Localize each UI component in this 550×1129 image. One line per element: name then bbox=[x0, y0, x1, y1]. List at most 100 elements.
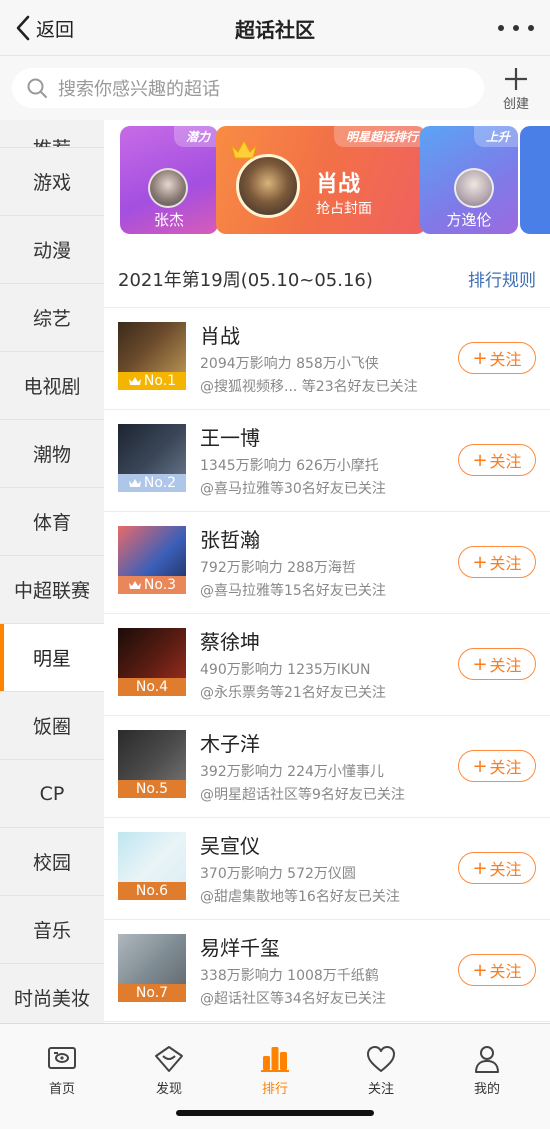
create-button[interactable]: 创建 bbox=[496, 66, 536, 112]
sidebar-item-fandom[interactable]: 饭圈 bbox=[0, 692, 104, 760]
rank-badge: No.4 bbox=[118, 678, 186, 696]
sidebar-item-music[interactable]: 音乐 bbox=[0, 896, 104, 964]
follow-label: 关注 bbox=[489, 554, 522, 573]
follow-button[interactable]: + 关注 bbox=[458, 852, 536, 884]
star-stats: 490万影响力 1235万IKUN bbox=[200, 662, 371, 678]
banner-subtitle: 抢占封面 bbox=[316, 201, 372, 217]
rank-label: No.3 bbox=[143, 577, 177, 593]
star-thumbnail[interactable]: No.7 bbox=[118, 934, 186, 1002]
search-input[interactable]: 搜索你感兴趣的超话 bbox=[12, 68, 484, 108]
avatar bbox=[236, 154, 300, 218]
banner-tag: 明星超话排行 bbox=[333, 126, 426, 147]
sidebar-item-label: 中超联赛 bbox=[13, 580, 90, 602]
sidebar-item-label: CP bbox=[39, 782, 65, 805]
star-name[interactable]: 张哲瀚 bbox=[200, 524, 260, 553]
search-icon bbox=[27, 78, 47, 98]
star-name[interactable]: 王一博 bbox=[200, 422, 260, 451]
friends-following: @永乐票务等21名好友已关注 bbox=[200, 685, 386, 701]
banner-card-potential[interactable]: 潜力 张杰 bbox=[120, 126, 218, 234]
sidebar-item-campus[interactable]: 校园 bbox=[0, 828, 104, 896]
tab-label: 首页 bbox=[48, 1082, 75, 1097]
plus-icon bbox=[505, 68, 527, 90]
category-sidebar: 推荐 游戏 动漫 综艺 电视剧 潮物 体育 中超联赛 明星 饭圈 CP 校园 音… bbox=[0, 120, 104, 1023]
ranking-row[interactable]: No.5 木子洋 392万影响力 224万小懂事儿 @明星超话社区等9名好友已关注 + 关… bbox=[104, 716, 550, 818]
rank-label: No.2 bbox=[143, 475, 177, 491]
tab-ranking[interactable]: 排行 bbox=[235, 1044, 315, 1097]
banner-card-star-ranking[interactable]: 明星超话排行 肖战 抢占封面 bbox=[216, 126, 426, 234]
star-name[interactable]: 木子洋 bbox=[200, 728, 260, 757]
plus-icon: + bbox=[472, 755, 488, 777]
banner-tag: 潜力 bbox=[173, 126, 218, 147]
ranking-row[interactable]: No.1 肖战 2094万影响力 858万小飞侠 @搜狐视频移... 等23名好友已关… bbox=[104, 308, 550, 410]
star-name[interactable]: 吴宣仪 bbox=[200, 830, 260, 859]
star-thumbnail[interactable]: No.5 bbox=[118, 730, 186, 798]
star-name[interactable]: 蔡徐坤 bbox=[200, 626, 260, 655]
star-name[interactable]: 肖战 bbox=[200, 320, 240, 349]
ranking-row[interactable]: No.6 吴宣仪 370万影响力 572万仪圆 @甜虐集散地等16名好友已关注 + 关注 bbox=[104, 818, 550, 920]
main-content: 潜力 张杰 明星超话排行 肖战 抢占封面 上升 方逸伦 2021年第19周(05… bbox=[104, 120, 550, 1023]
sidebar-item-tv-drama[interactable]: 电视剧 bbox=[0, 352, 104, 420]
sidebar-item-label: 音乐 bbox=[32, 920, 71, 942]
sidebar-item-sports[interactable]: 体育 bbox=[0, 488, 104, 556]
ranking-row[interactable]: No.3 张哲瀚 792万影响力 288万海哲 @喜马拉雅等15名好友已关注 + 关注 bbox=[104, 512, 550, 614]
friends-following: @超话社区等34名好友已关注 bbox=[200, 991, 386, 1007]
sidebar-item-cp[interactable]: CP bbox=[0, 760, 104, 828]
ranking-row[interactable]: No.7 易烊千玺 338万影响力 1008万千纸鹤 @超话社区等34名好友已关注 + 关… bbox=[104, 920, 550, 1022]
tab-home[interactable]: 首页 bbox=[22, 1044, 102, 1097]
ranking-icon bbox=[261, 1047, 289, 1072]
follow-label: 关注 bbox=[489, 656, 522, 675]
heart-icon bbox=[367, 1046, 395, 1072]
sidebar-item-trends[interactable]: 潮物 bbox=[0, 420, 104, 488]
sidebar-item-recommend[interactable]: 推荐 bbox=[0, 120, 104, 148]
search-placeholder: 搜索你感兴趣的超话 bbox=[58, 79, 220, 100]
sidebar-item-label: 电视剧 bbox=[23, 376, 81, 398]
star-thumbnail[interactable]: No.3 bbox=[118, 526, 186, 594]
banner-card-rising[interactable]: 上升 方逸伦 bbox=[420, 126, 518, 234]
follow-label: 关注 bbox=[489, 350, 522, 369]
plus-icon: + bbox=[472, 959, 488, 981]
sidebar-item-label: 明星 bbox=[32, 648, 71, 670]
friends-following: @明星超话社区等9名好友已关注 bbox=[200, 787, 405, 803]
follow-button[interactable]: + 关注 bbox=[458, 954, 536, 986]
sidebar-item-label: 体育 bbox=[32, 512, 71, 534]
sidebar-item-stars[interactable]: 明星 bbox=[0, 624, 104, 692]
star-thumbnail[interactable]: No.1 bbox=[118, 322, 186, 390]
ranking-row[interactable]: No.4 蔡徐坤 490万影响力 1235万IKUN @永乐票务等21名好友已关注 + 关… bbox=[104, 614, 550, 716]
friends-following: @甜虐集散地等16名好友已关注 bbox=[200, 889, 400, 905]
rank-label: No.5 bbox=[135, 781, 169, 797]
rank-label: No.1 bbox=[143, 373, 177, 389]
star-name[interactable]: 易烊千玺 bbox=[200, 932, 280, 961]
sidebar-item-csl[interactable]: 中超联赛 bbox=[0, 556, 104, 624]
star-thumbnail[interactable]: No.4 bbox=[118, 628, 186, 696]
banner-tag: 上升 bbox=[473, 126, 518, 147]
star-thumbnail[interactable]: No.6 bbox=[118, 832, 186, 900]
discover-icon bbox=[155, 1046, 183, 1072]
sidebar-item-fashion[interactable]: 时尚美妆 bbox=[0, 964, 104, 1023]
tab-following[interactable]: 关注 bbox=[341, 1044, 421, 1097]
sidebar-item-anime[interactable]: 动漫 bbox=[0, 216, 104, 284]
ranking-rules-link[interactable]: 排行规则 bbox=[468, 266, 536, 291]
banner-card-partial[interactable] bbox=[520, 126, 550, 234]
sidebar-item-games[interactable]: 游戏 bbox=[0, 148, 104, 216]
tab-me[interactable]: 我的 bbox=[447, 1044, 527, 1097]
follow-label: 关注 bbox=[489, 860, 522, 879]
sidebar-item-variety[interactable]: 综艺 bbox=[0, 284, 104, 352]
follow-label: 关注 bbox=[489, 452, 522, 471]
crown-icon bbox=[231, 139, 257, 159]
plus-icon: + bbox=[472, 857, 488, 879]
rank-label: No.7 bbox=[135, 985, 169, 1001]
create-label: 创建 bbox=[502, 97, 529, 112]
follow-button[interactable]: + 关注 bbox=[458, 546, 536, 578]
sidebar-item-label: 综艺 bbox=[32, 308, 71, 330]
more-options-icon[interactable] bbox=[498, 18, 534, 38]
star-thumbnail[interactable]: No.2 bbox=[118, 424, 186, 492]
ranking-row[interactable]: No.2 王一博 1345万影响力 626万小摩托 @喜马拉雅等30名好友已关注 + 关注 bbox=[104, 410, 550, 512]
follow-button[interactable]: + 关注 bbox=[458, 342, 536, 374]
tab-discover[interactable]: 发现 bbox=[129, 1044, 209, 1097]
follow-label: 关注 bbox=[489, 758, 522, 777]
follow-button[interactable]: + 关注 bbox=[458, 750, 536, 782]
follow-button[interactable]: + 关注 bbox=[458, 648, 536, 680]
follow-button[interactable]: + 关注 bbox=[458, 444, 536, 476]
avatar bbox=[454, 168, 494, 208]
star-stats: 1345万影响力 626万小摩托 bbox=[200, 458, 379, 474]
